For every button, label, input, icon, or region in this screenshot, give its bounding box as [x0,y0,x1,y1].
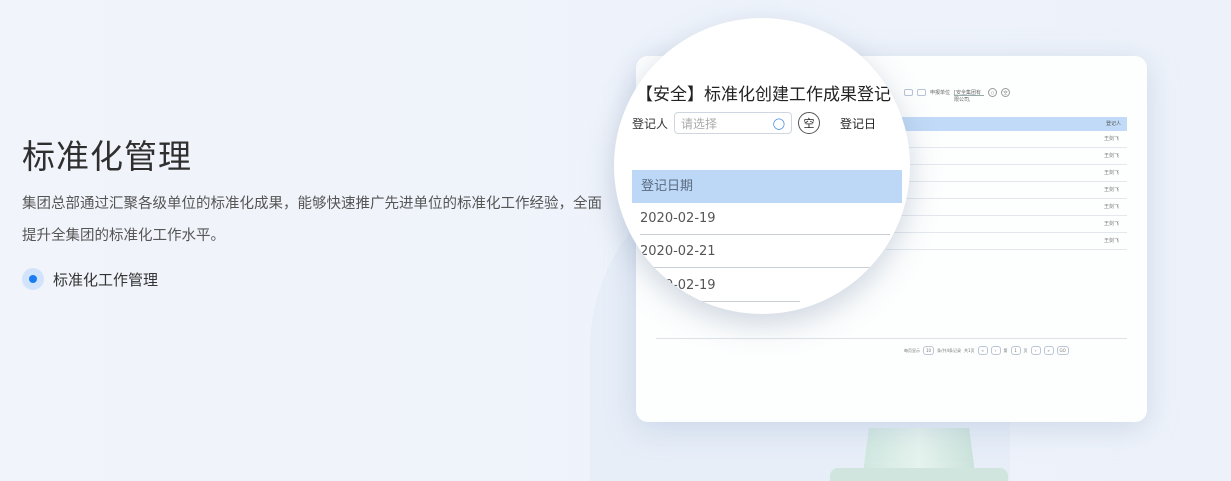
magnifier-lens: 【安全】标准化创建工作成果登记 登记人 请选择 ◯ 空 登记日 登记日期 202… [614,18,910,314]
page-prefix: 第 [1003,347,1008,353]
registrant-label: 登记人 [632,116,669,131]
unit-value: [安全集团有限公司, [954,89,985,103]
go-button: GO [1056,346,1069,355]
record-text: 条/共4条记录 [937,347,961,353]
table-row: 王剑飞 [886,165,1127,182]
per-page-label: 每页显示 [904,347,920,353]
dropdown-icon [917,89,926,96]
unit-label: 申报单位 [930,90,951,96]
table-row: 2020-02-19 [640,278,800,302]
registrant-input: 请选择 ◯ [674,112,793,134]
clear-button: 空 [798,112,821,134]
section-description: 集团总部通过汇聚各级单位的标准化成果，能够快速推广先进单位的标准化工作经验，全面… [22,196,602,244]
user-icon: ○ [988,88,998,97]
user-icon: ◯ [772,116,786,130]
date-label: 登记日 [840,116,877,131]
screen-table: 王剑飞 王剑飞 王剑飞 王剑飞 王剑飞 王剑飞 王剑飞 [886,131,1127,250]
table-row: 王剑飞 [886,199,1127,216]
table-row: 王剑飞 [886,131,1127,148]
page-number: 1 [1010,346,1021,355]
screen-clear: 空 [1001,88,1011,97]
table-row: 2020-02-19 [640,211,890,235]
last-page-icon: » [1043,346,1054,355]
feature-item[interactable]: 标准化工作管理 [22,268,158,290]
radio-dot-icon [22,268,44,290]
magnified-filter-row: 登记人 请选择 ◯ 空 登记日 [632,112,876,134]
table-row: 王剑飞 [886,216,1127,233]
next-page-icon: › [1030,346,1041,355]
first-page-icon: « [977,346,988,355]
calendar-icon [904,89,913,96]
pagination: 每页显示 10 条/共4条记录 共1页 « ‹ 第 1 页 › » GO [904,346,1069,355]
prev-page-icon: ‹ [990,346,1001,355]
section-title: 标准化管理 [22,137,192,176]
table-row: 王剑飞 [886,148,1127,165]
magnified-title: 【安全】标准化创建工作成果登记 [636,85,891,105]
table-row: 王剑飞 [886,233,1127,250]
monitor-stand-base [830,468,1008,481]
screen-toolbar: 申报单位 [安全集团有限公司, ○ 空 [904,88,1011,103]
magnified-table-header: 登记日期 [632,170,902,203]
per-page-select: 10 [923,346,935,355]
registrant-placeholder: 请选择 [681,116,718,131]
table-row: 王剑飞 [886,182,1127,199]
page-total: 共1页 [964,347,975,353]
screen-table-header: 登记人 [886,117,1127,131]
footer-divider [656,338,1127,339]
page-suffix: 页 [1023,347,1028,353]
feature-label: 标准化工作管理 [53,270,159,289]
table-row: 2020-02-21 [640,244,870,268]
